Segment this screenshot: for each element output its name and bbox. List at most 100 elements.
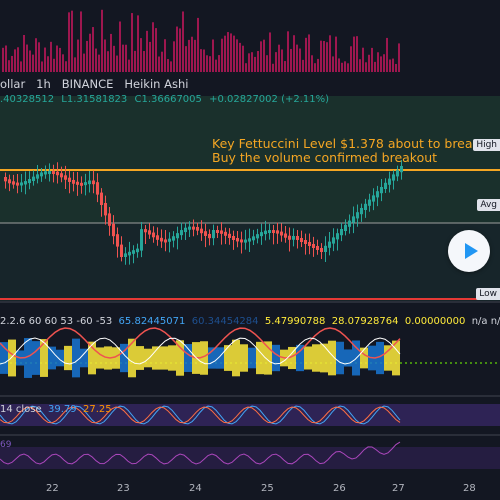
volume-bar — [296, 44, 298, 72]
candle-body — [48, 171, 51, 175]
volume-bar — [146, 30, 148, 72]
volume-bar — [119, 21, 121, 72]
candle-body — [300, 238, 303, 242]
candle-body — [276, 230, 279, 234]
candle-body — [348, 220, 351, 227]
volume-bar — [239, 42, 241, 72]
play-button[interactable] — [448, 230, 490, 272]
indicator-area — [232, 339, 240, 377]
indicator-area — [176, 340, 184, 376]
volume-bar — [236, 39, 238, 72]
volume-bar — [365, 62, 367, 72]
candle-body — [40, 172, 43, 177]
candle-body — [60, 173, 63, 178]
indicator-area — [312, 344, 320, 372]
volume-bar — [317, 58, 319, 72]
volume-bar — [362, 47, 364, 72]
candle-body — [192, 226, 195, 230]
candle-body — [324, 245, 327, 252]
volume-bar — [113, 45, 115, 72]
volume-bar — [17, 47, 19, 72]
volume-bar — [353, 36, 355, 72]
time-axis-label: 27 — [392, 483, 405, 494]
volume-bar — [380, 56, 382, 72]
volume-bar — [278, 44, 280, 72]
volume-bar — [137, 15, 139, 72]
volume-bar — [32, 54, 34, 72]
volume-bar — [182, 11, 184, 72]
indicator-area — [80, 348, 88, 368]
volume-bar — [116, 55, 118, 72]
indicator2-label: 14 close — [0, 404, 42, 415]
volume-bar — [395, 63, 397, 72]
volume-bar — [350, 46, 352, 72]
candle-body — [316, 246, 319, 250]
indicator-area — [256, 341, 264, 375]
candle-body — [400, 166, 403, 173]
volume-bar — [176, 26, 178, 72]
avg-price-tag: Avg — [477, 199, 500, 211]
volume-bar — [59, 47, 61, 72]
indicator1-value-5: 0.00000000 — [404, 316, 466, 327]
candle-body — [72, 179, 75, 184]
indicator1-legend: 2.2.6 60 60 53 -60 -53 65.82445071 60.34… — [0, 316, 500, 327]
candle-body — [272, 230, 275, 234]
volume-bar — [338, 58, 340, 72]
volume-bar — [128, 59, 130, 72]
volume-bar — [158, 56, 160, 72]
candle-body — [188, 226, 191, 230]
candle-body — [32, 176, 35, 182]
candle-body — [244, 239, 247, 243]
price-pane[interactable] — [0, 96, 500, 301]
indicator-pane-3[interactable] — [0, 437, 500, 477]
volume-bar — [266, 55, 268, 72]
indicator-area — [320, 343, 328, 373]
volume-bar — [197, 17, 199, 72]
volume-bar — [104, 39, 106, 72]
candle-body — [308, 242, 311, 246]
volume-bar — [344, 61, 346, 72]
volume-bar — [230, 33, 232, 72]
candle-body — [108, 213, 111, 226]
candle-body — [208, 233, 211, 239]
indicator1-value-4: 28.07928764 — [331, 316, 399, 327]
candle-body — [4, 177, 7, 182]
candle-body — [184, 227, 187, 233]
volume-bar — [329, 35, 331, 72]
candle-body — [352, 216, 355, 223]
volume-bar — [110, 33, 112, 72]
candle-body — [340, 229, 343, 236]
annotation-line-1: Key Fettuccini Level $1.378 about to bre… — [212, 136, 473, 151]
volume-bar — [8, 60, 10, 72]
volume-bar — [101, 9, 103, 72]
volume-bar — [335, 36, 337, 72]
interval-label: 1h — [36, 77, 51, 91]
volume-bar — [155, 28, 157, 72]
candle-body — [256, 234, 259, 239]
candle-body — [224, 231, 227, 236]
volume-bar — [374, 61, 376, 72]
candle-body — [228, 233, 231, 238]
candle-body — [148, 230, 151, 235]
volume-bar — [290, 48, 292, 72]
candle-body — [124, 253, 127, 257]
candle-body — [216, 230, 219, 234]
indicator-area — [160, 346, 168, 370]
pane-separator[interactable] — [0, 395, 500, 397]
volume-bar — [347, 63, 349, 72]
pane-separator[interactable] — [0, 434, 500, 436]
indicator-area — [168, 345, 176, 371]
candle-body — [200, 228, 203, 234]
candle-body — [284, 233, 287, 238]
candle-body — [364, 203, 367, 210]
ohlc-close: C1.36667005 — [134, 94, 202, 105]
volume-bar — [89, 33, 91, 72]
volume-bar — [83, 53, 85, 72]
time-axis[interactable]: 22 23 24 25 26 27 28 — [0, 478, 500, 500]
volume-bar — [191, 36, 193, 72]
symbol-title[interactable]: ollar 1h BINANCE Heikin Ashi — [0, 77, 188, 91]
volume-bar — [224, 35, 226, 72]
volume-bar — [77, 39, 79, 72]
volume-bar — [200, 49, 202, 72]
indicator1-params: 2.2.6 60 60 53 -60 -53 — [0, 316, 113, 327]
